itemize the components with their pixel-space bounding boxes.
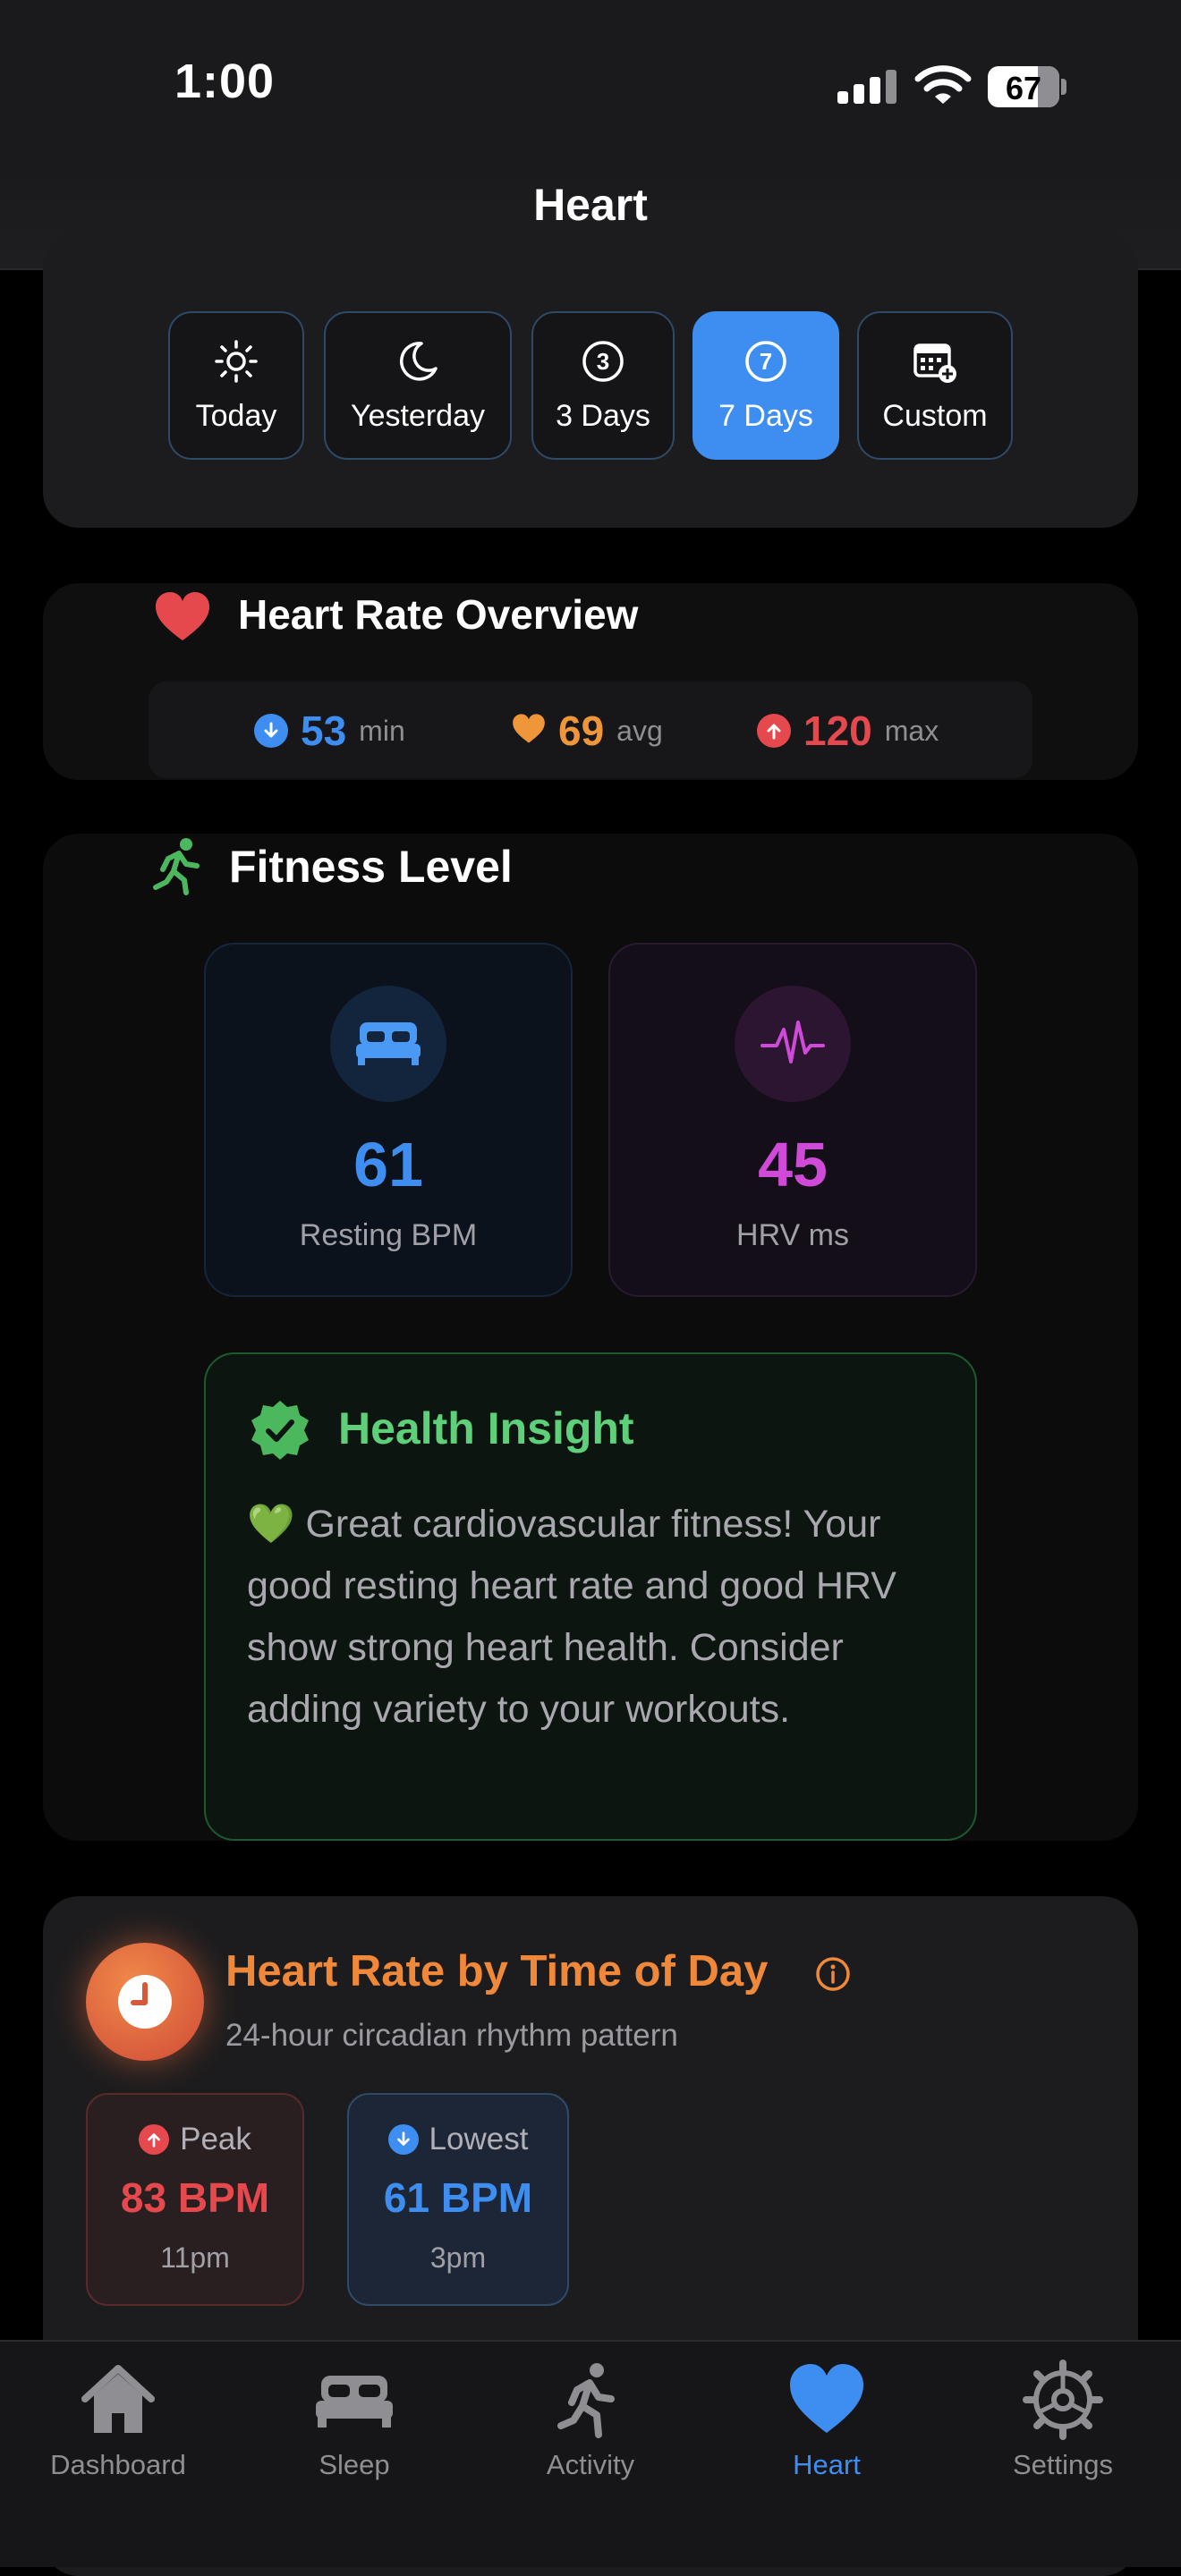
fitness-title: Fitness Level xyxy=(229,842,513,892)
resting-bpm-caption: Resting BPM xyxy=(299,1218,478,1252)
resting-bpm-card: 61 Resting BPM xyxy=(204,943,573,1297)
house-icon xyxy=(81,2365,155,2433)
range-label: 3 Days xyxy=(556,398,650,433)
range-label: Custom xyxy=(882,398,988,433)
tab-label: Heart xyxy=(793,2449,861,2480)
tab-label: Activity xyxy=(546,2449,635,2480)
verified-badge-icon xyxy=(249,1399,311,1466)
avg-heart-icon xyxy=(512,713,546,750)
range-7-days-button[interactable]: 7 7 Days xyxy=(692,311,839,460)
lowest-label: Lowest xyxy=(429,2122,529,2157)
stat-avg: 69 avg xyxy=(512,707,663,755)
insight-title: Health Insight xyxy=(338,1403,634,1453)
tab-heart[interactable]: Heart xyxy=(709,2352,945,2481)
gear-icon xyxy=(1023,2360,1103,2440)
range-3-days-button[interactable]: 3 3 Days xyxy=(531,311,675,460)
hrv-caption: HRV ms xyxy=(736,1218,849,1252)
running-icon xyxy=(152,837,206,901)
running-icon xyxy=(557,2363,615,2438)
insight-text: 💚 Great cardiovascular fitness! Your goo… xyxy=(247,1503,896,1731)
tab-sleep[interactable]: Sleep xyxy=(236,2352,472,2481)
tab-label: Dashboard xyxy=(50,2449,186,2480)
heart-icon xyxy=(790,2364,863,2433)
tab-label: Sleep xyxy=(319,2449,390,2480)
range-yesterday-button[interactable]: Yesterday xyxy=(324,311,512,460)
heart-icon xyxy=(154,590,211,648)
stat-avg-unit: avg xyxy=(616,714,663,747)
arrow-down-icon xyxy=(254,714,288,748)
clock-icon xyxy=(86,1943,204,2061)
moon-icon xyxy=(399,341,438,381)
info-icon[interactable] xyxy=(814,1955,852,1997)
peak-time: 11pm xyxy=(160,2241,230,2274)
stat-min-value: 53 xyxy=(301,708,347,754)
bed-icon xyxy=(316,2376,393,2428)
peak-box: Peak 83 BPM 11pm xyxy=(86,2093,304,2306)
page-title: Heart xyxy=(533,180,648,230)
waveform-icon xyxy=(735,986,851,1102)
range-label: Yesterday xyxy=(351,398,485,433)
range-today-button[interactable]: Today xyxy=(168,311,304,460)
time-of-day-title: Heart Rate by Time of Day xyxy=(225,1947,769,1996)
range-custom-button[interactable]: Custom xyxy=(857,311,1013,460)
stat-min: 53 min xyxy=(254,707,405,755)
lowest-time: 3pm xyxy=(429,2241,487,2274)
cellular-signal-icon xyxy=(837,68,898,110)
tab-dashboard[interactable]: Dashboard xyxy=(0,2352,236,2481)
arrow-up-icon xyxy=(139,2124,170,2155)
stat-max-value: 120 xyxy=(803,708,872,754)
resting-bpm-value: 61 xyxy=(353,1130,423,1199)
tab-label: Settings xyxy=(1012,2449,1113,2480)
svg-text:3: 3 xyxy=(597,348,609,375)
stat-avg-value: 69 xyxy=(558,708,605,754)
circle-3-icon: 3 xyxy=(582,340,624,382)
hrv-card: 45 HRV ms xyxy=(608,943,977,1297)
status-time: 1:00 xyxy=(174,55,276,108)
battery-icon: 67 xyxy=(988,66,1066,107)
time-of-day-subtitle: 24-hour circadian rhythm pattern xyxy=(225,2018,678,2053)
range-label: 7 Days xyxy=(718,398,813,433)
arrow-down-icon xyxy=(387,2124,419,2155)
arrow-up-icon xyxy=(757,714,791,748)
svg-text:7: 7 xyxy=(760,348,772,375)
lowest-box: Lowest 61 BPM 3pm xyxy=(347,2093,569,2306)
sun-icon xyxy=(215,339,258,383)
overview-title: Heart Rate Overview xyxy=(238,591,639,638)
stat-max-unit: max xyxy=(884,714,939,747)
stat-max: 120 max xyxy=(757,707,939,755)
calendar-plus-icon xyxy=(913,343,956,383)
stat-min-unit: min xyxy=(359,714,405,747)
peak-label: Peak xyxy=(180,2122,251,2157)
wifi-icon xyxy=(914,64,972,112)
peak-bpm: 83 BPM xyxy=(120,2174,270,2221)
circle-7-icon: 7 xyxy=(745,340,786,382)
bed-icon xyxy=(330,986,446,1102)
lowest-bpm: 61 BPM xyxy=(383,2174,533,2221)
battery-level: 67 xyxy=(1005,70,1042,106)
range-label: Today xyxy=(195,398,277,433)
tab-activity[interactable]: Activity xyxy=(472,2352,709,2481)
hrv-value: 45 xyxy=(758,1130,828,1199)
tab-settings[interactable]: Settings xyxy=(945,2352,1181,2481)
